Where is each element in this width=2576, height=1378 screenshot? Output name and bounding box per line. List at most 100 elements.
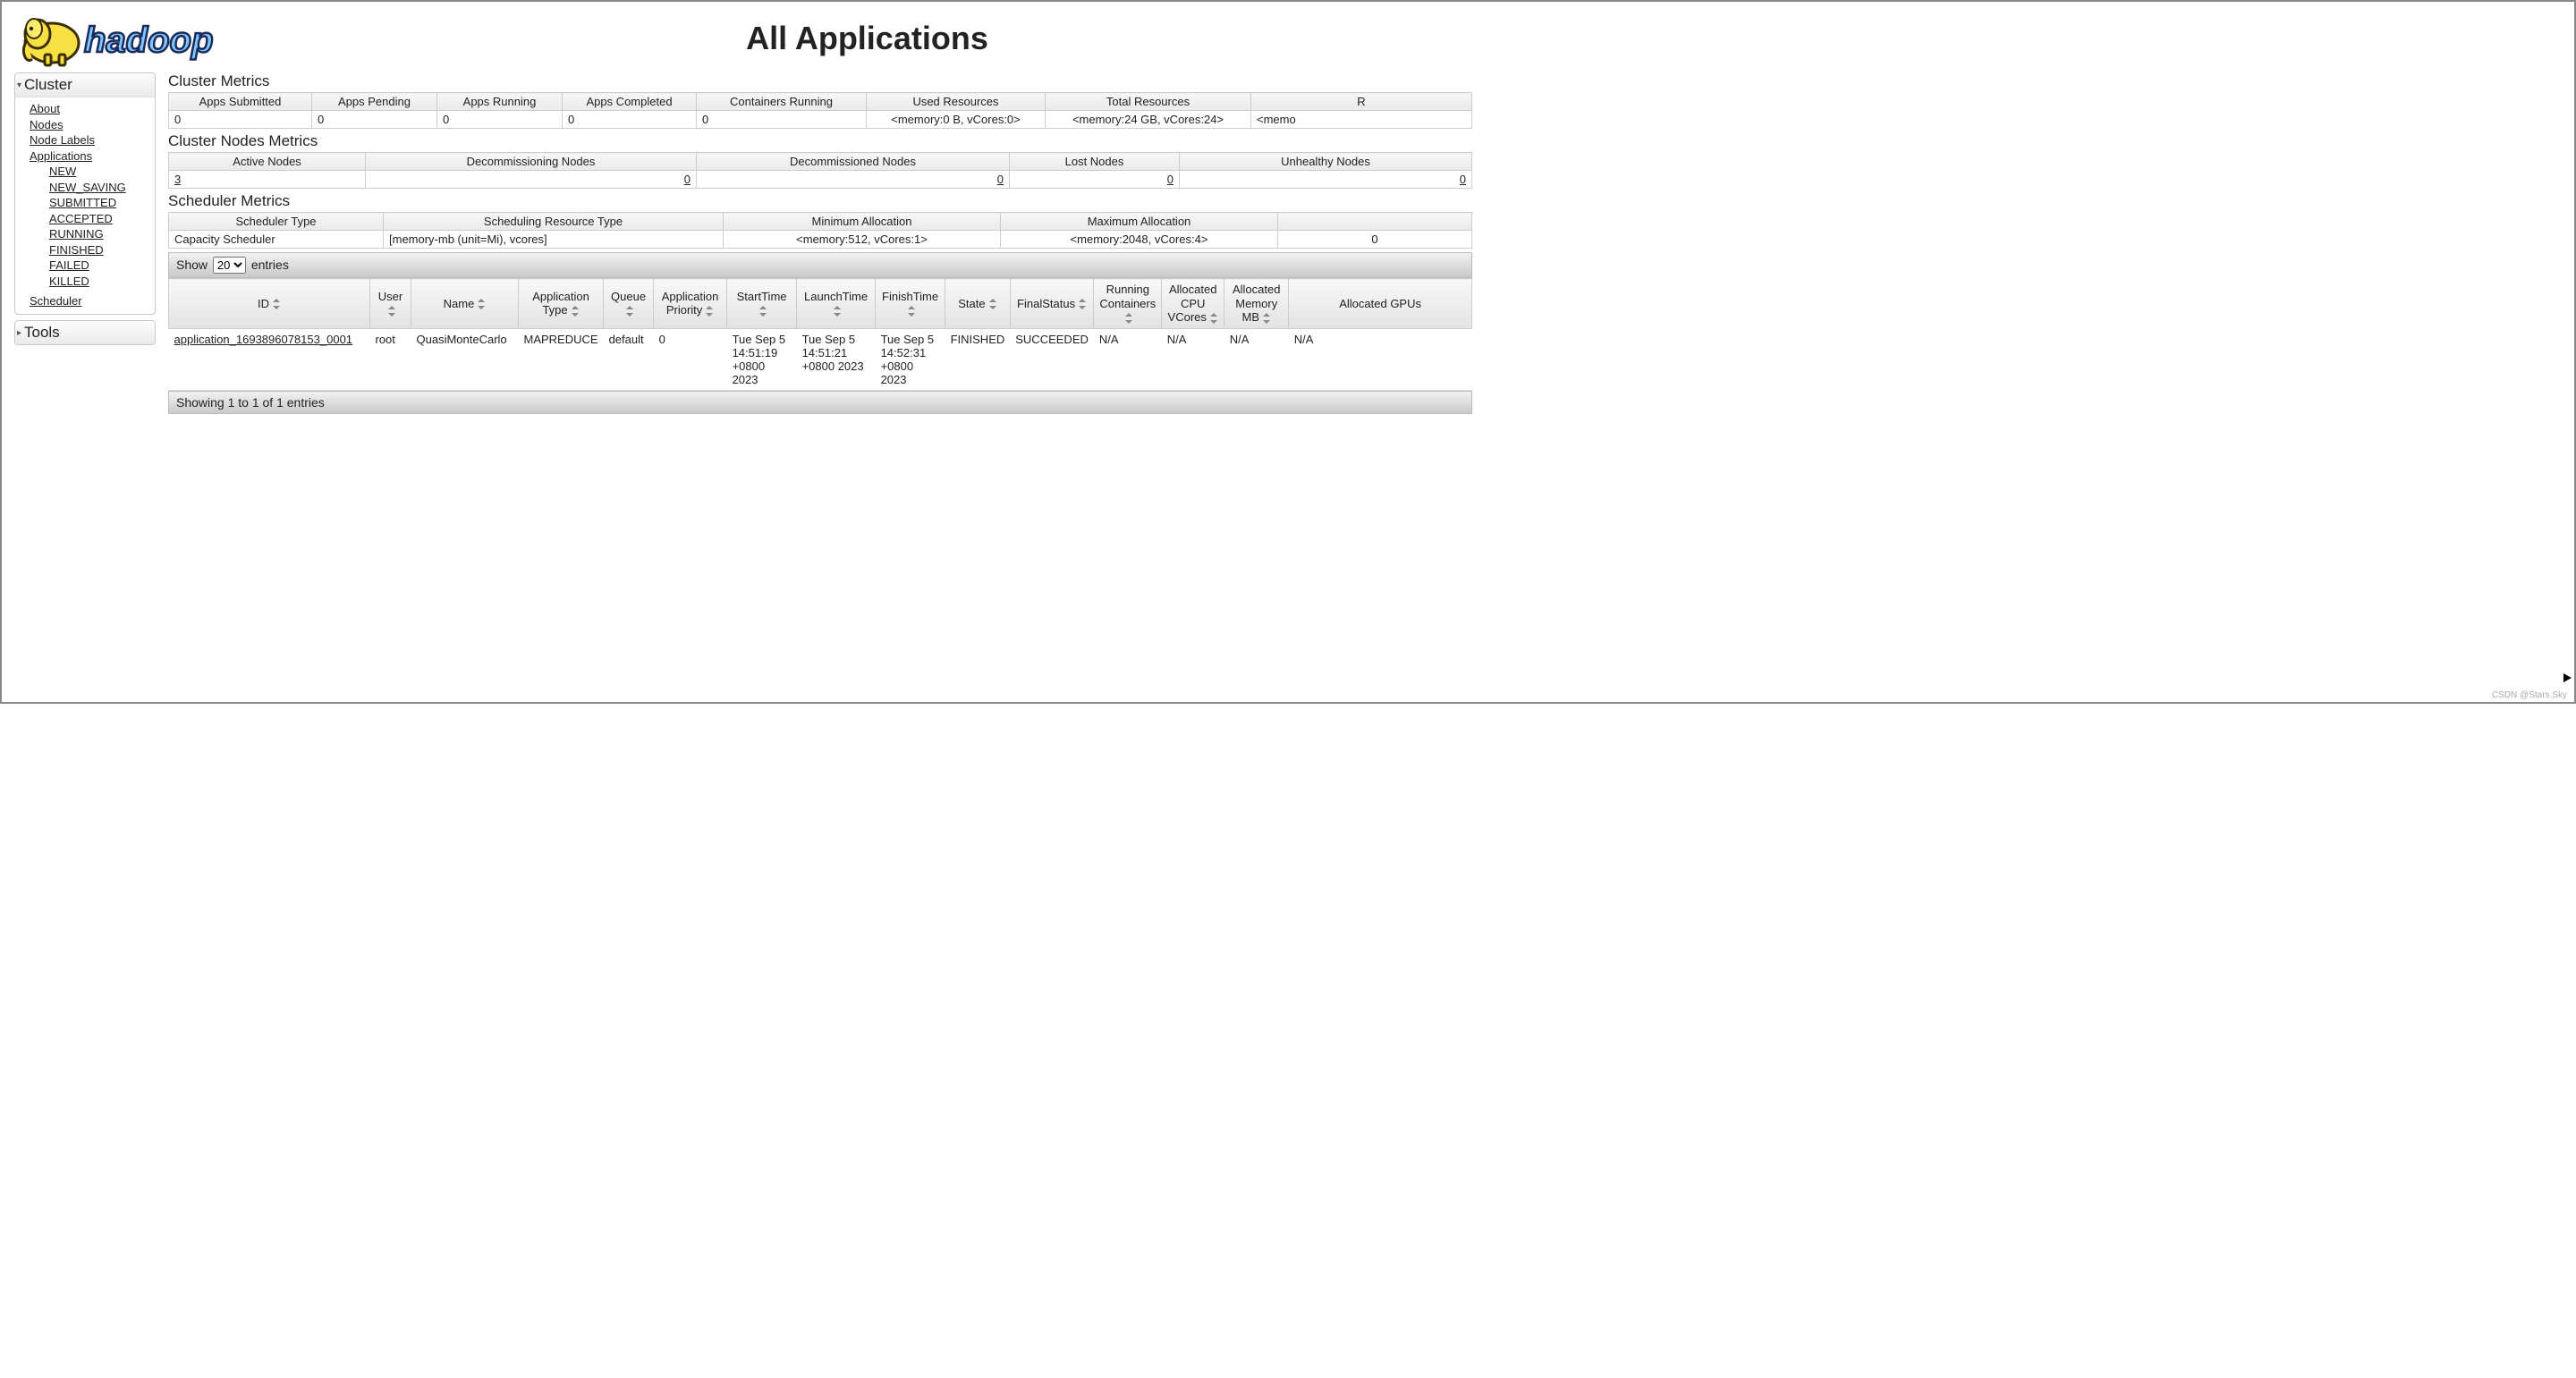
sidebar-link-applications[interactable]: Applications xyxy=(30,149,92,163)
applications-table: ID User Name Application Type Queue Appl… xyxy=(168,278,1472,391)
cell: <memory:512, vCores:1> xyxy=(724,231,1001,249)
sidebar-state-accepted[interactable]: ACCEPTED xyxy=(49,212,113,225)
col-resource-type: Scheduling Resource Type xyxy=(384,213,724,231)
sort-icon xyxy=(273,299,281,309)
col-running-containers[interactable]: Running Containers xyxy=(1094,279,1162,329)
col-lost-nodes: Lost Nodes xyxy=(1010,153,1180,171)
sidebar-state-running[interactable]: RUNNING xyxy=(49,227,104,241)
col-finish-time[interactable]: FinishTime xyxy=(876,279,945,329)
sidebar-cluster-header[interactable]: Cluster xyxy=(15,73,155,97)
active-nodes-link[interactable]: 3 xyxy=(174,173,181,186)
cell: <memory:2048, vCores:4> xyxy=(1001,231,1278,249)
cell: [memory-mb (unit=Mi), vcores] xyxy=(384,231,724,249)
cell: <memory:24 GB, vCores:24> xyxy=(1046,111,1251,129)
col-state[interactable]: State xyxy=(945,279,1011,329)
col-start-time[interactable]: StartTime xyxy=(727,279,797,329)
sort-icon xyxy=(626,306,634,317)
cell: Capacity Scheduler xyxy=(169,231,384,249)
show-label-prefix: Show xyxy=(176,258,208,272)
decommissioning-link[interactable]: 0 xyxy=(684,173,691,186)
cell: 0 xyxy=(312,111,437,129)
cell[interactable]: 0 xyxy=(366,171,697,189)
sidebar-state-finished[interactable]: FINISHED xyxy=(49,243,104,257)
cell-priority: 0 xyxy=(654,328,727,390)
sidebar-state-new-saving[interactable]: NEW_SAVING xyxy=(49,181,126,194)
unhealthy-nodes-link[interactable]: 0 xyxy=(1460,173,1466,186)
col-min-alloc: Minimum Allocation xyxy=(724,213,1001,231)
sidebar: Cluster About Nodes Node Labels Applicat… xyxy=(14,72,156,414)
col-used-resources: Used Resources xyxy=(867,93,1046,111)
table-row: 0 0 0 0 0 <memory:0 B, vCores:0> <memory… xyxy=(169,111,1472,129)
col-queue[interactable]: Queue xyxy=(604,279,654,329)
cell[interactable]: 0 xyxy=(697,171,1010,189)
cell-queue: default xyxy=(604,328,654,390)
col-name[interactable]: Name xyxy=(411,279,519,329)
col-scheduler-type: Scheduler Type xyxy=(169,213,384,231)
cell-user: root xyxy=(370,328,411,390)
page-size-select[interactable]: 20 xyxy=(213,257,246,274)
col-app-type[interactable]: Application Type xyxy=(519,279,604,329)
col-apps-running: Apps Running xyxy=(437,93,563,111)
cell: 0 xyxy=(563,111,697,129)
cell-type: MAPREDUCE xyxy=(519,328,604,390)
col-active-nodes: Active Nodes xyxy=(169,153,366,171)
col-unhealthy-nodes: Unhealthy Nodes xyxy=(1180,153,1472,171)
table-row: Capacity Scheduler [memory-mb (unit=Mi),… xyxy=(169,231,1472,249)
cell: <memory:0 B, vCores:0> xyxy=(867,111,1046,129)
cell[interactable]: 3 xyxy=(169,171,366,189)
lost-nodes-link[interactable]: 0 xyxy=(1167,173,1174,186)
cell[interactable]: 0 xyxy=(1180,171,1472,189)
cell-gpus: N/A xyxy=(1289,328,1472,390)
sidebar-cluster-panel: Cluster About Nodes Node Labels Applicat… xyxy=(14,72,156,315)
topbar: hadoop All Applications xyxy=(2,2,1478,72)
cell[interactable]: 0 xyxy=(1010,171,1180,189)
logo-text: hadoop xyxy=(84,21,213,60)
sidebar-link-about[interactable]: About xyxy=(30,102,60,115)
sort-icon xyxy=(908,306,916,317)
cell: 0 xyxy=(1278,231,1472,249)
sidebar-state-new[interactable]: NEW xyxy=(49,165,76,178)
sidebar-link-node-labels[interactable]: Node Labels xyxy=(30,133,95,147)
cell: 0 xyxy=(437,111,563,129)
table-header-row: Apps Submitted Apps Pending Apps Running… xyxy=(169,93,1472,111)
sidebar-state-submitted[interactable]: SUBMITTED xyxy=(49,196,116,209)
sidebar-state-killed[interactable]: KILLED xyxy=(49,275,89,288)
col-launch-time[interactable]: LaunchTime xyxy=(797,279,876,329)
sidebar-state-failed[interactable]: FAILED xyxy=(49,258,89,272)
watermark: CSDN @Stars.Sky xyxy=(2492,690,2567,700)
scheduler-metrics-table: Scheduler Type Scheduling Resource Type … xyxy=(168,212,1472,249)
col-alloc-gpus[interactable]: Allocated GPUs xyxy=(1289,279,1472,329)
col-priority[interactable]: Application Priority xyxy=(654,279,727,329)
cell-rc: N/A xyxy=(1094,328,1162,390)
cluster-metrics-table: Apps Submitted Apps Pending Apps Running… xyxy=(168,92,1472,129)
main-content: Cluster Metrics Apps Submitted Apps Pend… xyxy=(168,72,1472,414)
col-apps-completed: Apps Completed xyxy=(563,93,697,111)
col-user[interactable]: User xyxy=(370,279,411,329)
sidebar-link-nodes[interactable]: Nodes xyxy=(30,118,64,131)
col-containers-running: Containers Running xyxy=(697,93,867,111)
cursor-icon xyxy=(2563,673,2572,686)
col-apps-pending: Apps Pending xyxy=(312,93,437,111)
cell-state: FINISHED xyxy=(945,328,1011,390)
sort-icon xyxy=(1263,313,1271,324)
col-final-status[interactable]: FinalStatus xyxy=(1010,279,1094,329)
scheduler-metrics-title: Scheduler Metrics xyxy=(168,192,1472,210)
table-row: 3 0 0 0 0 xyxy=(169,171,1472,189)
hadoop-logo: hadoop xyxy=(11,5,266,72)
col-alloc-vcores[interactable]: Allocated CPU VCores xyxy=(1162,279,1224,329)
sort-icon xyxy=(706,306,714,317)
sort-icon xyxy=(388,306,396,317)
decommissioned-link[interactable]: 0 xyxy=(997,173,1004,186)
col-overflow: R xyxy=(1251,93,1472,111)
col-total-resources: Total Resources xyxy=(1046,93,1251,111)
sort-icon xyxy=(1079,299,1087,309)
cell: 0 xyxy=(697,111,867,129)
sidebar-tools-header[interactable]: Tools xyxy=(15,321,155,344)
col-alloc-mem[interactable]: Allocated Memory MB xyxy=(1224,279,1289,329)
col-max-alloc: Maximum Allocation xyxy=(1001,213,1278,231)
app-id-link[interactable]: application_1693896078153_0001 xyxy=(174,333,353,346)
table-row: application_1693896078153_0001 root Quas… xyxy=(169,328,1472,390)
col-id[interactable]: ID xyxy=(169,279,370,329)
sidebar-link-scheduler[interactable]: Scheduler xyxy=(30,294,82,308)
sort-icon xyxy=(1125,313,1133,324)
